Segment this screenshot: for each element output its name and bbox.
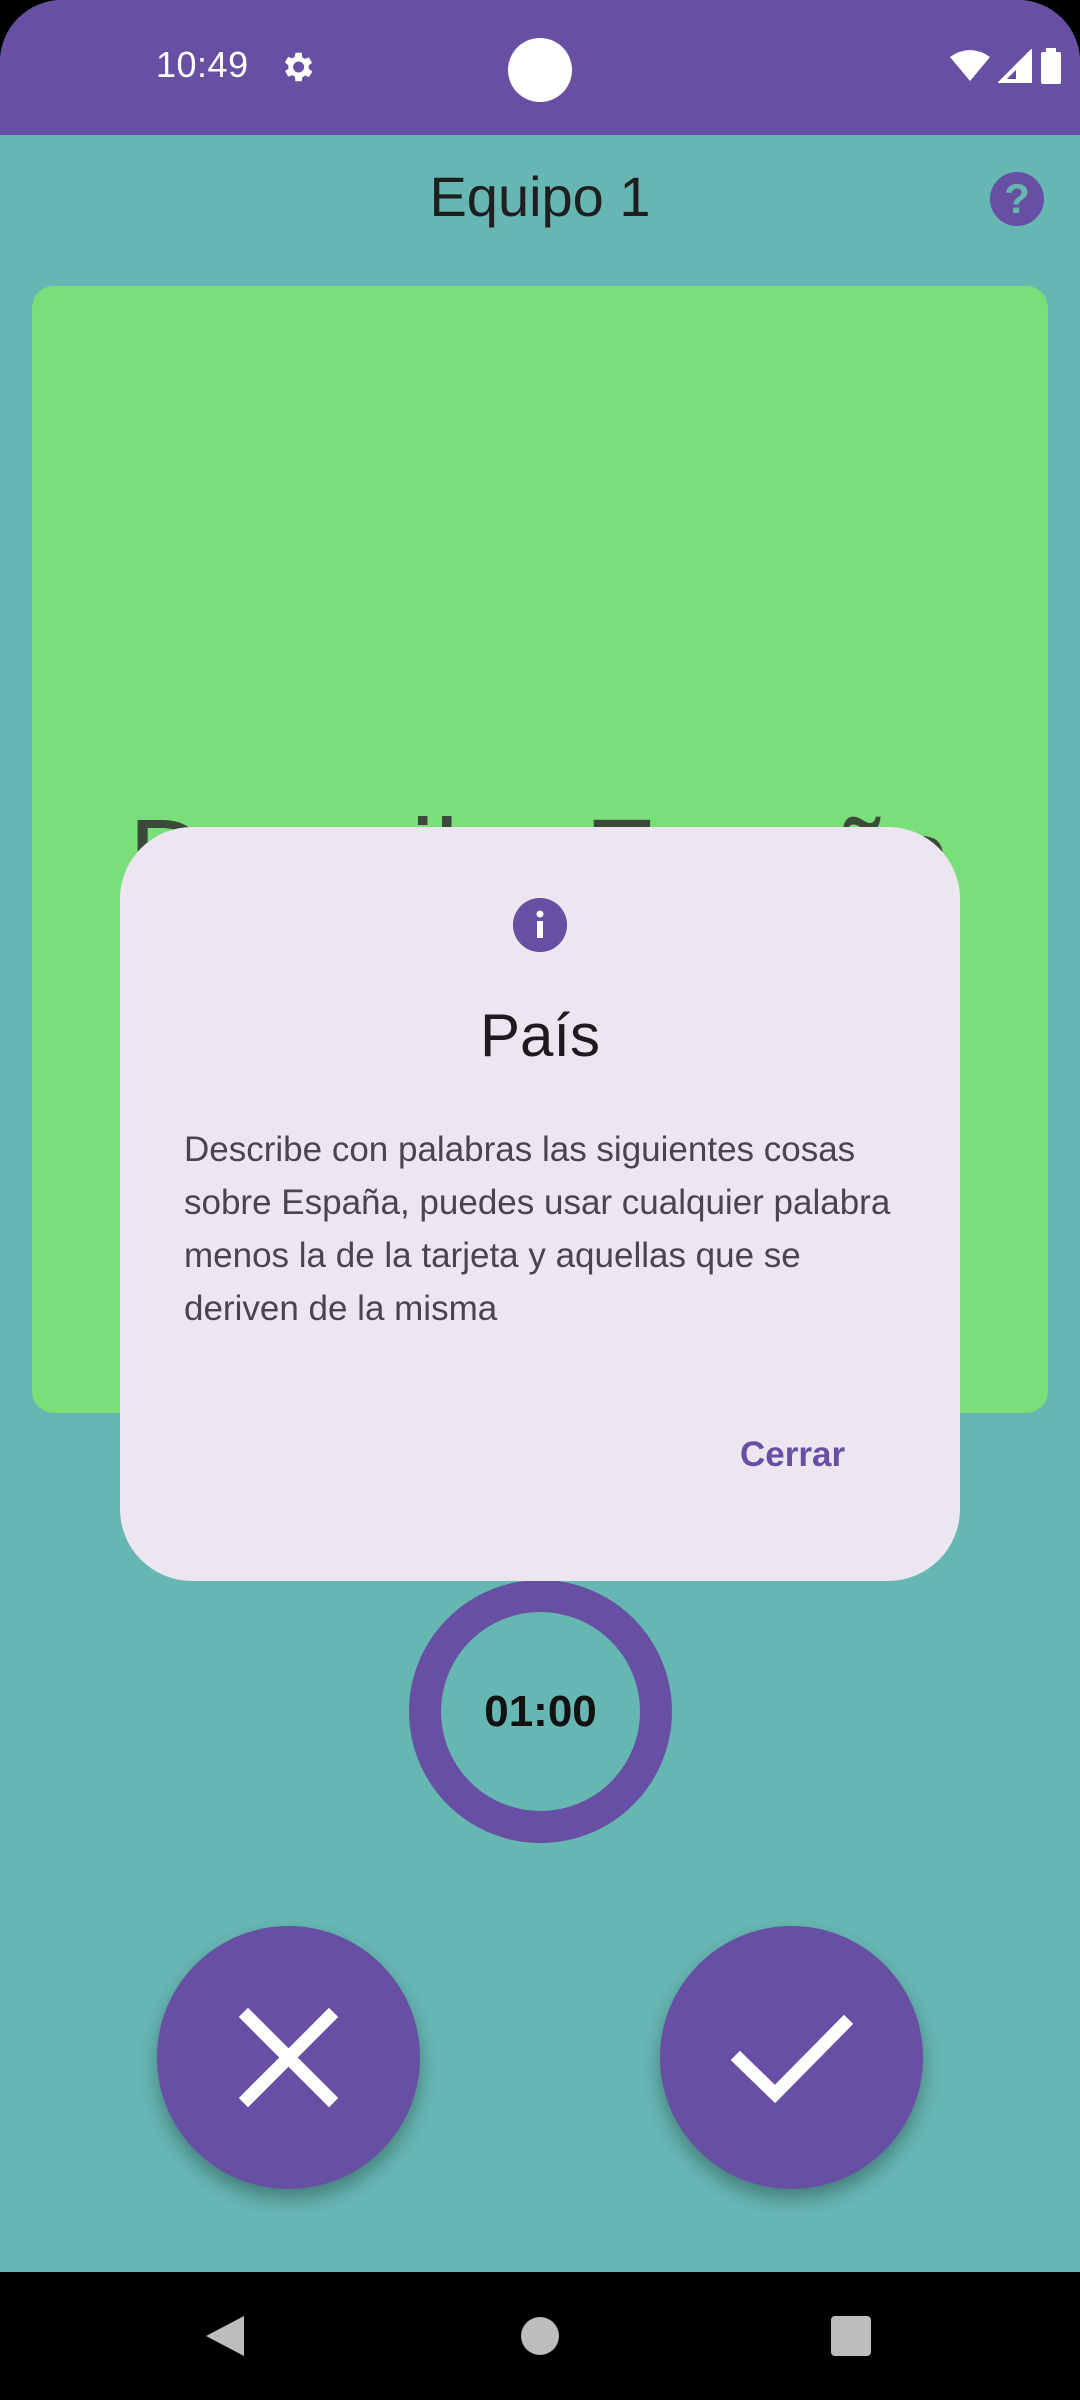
signal-icon xyxy=(998,49,1032,83)
home-icon[interactable] xyxy=(500,2272,580,2400)
status-bar: 10:49 xyxy=(0,0,1080,135)
gear-icon xyxy=(284,52,313,82)
status-icons xyxy=(950,48,1062,84)
wifi-icon xyxy=(950,50,990,81)
back-icon[interactable] xyxy=(200,2272,250,2400)
help-glyph: ? xyxy=(1004,175,1030,222)
close-dialog-button[interactable]: Cerrar xyxy=(740,1435,845,1475)
help-icon[interactable]: ? xyxy=(990,172,1044,226)
navigation-bar xyxy=(0,2272,1080,2400)
recents-icon[interactable] xyxy=(828,2272,874,2400)
close-icon xyxy=(238,2007,339,2108)
battery-icon xyxy=(1041,48,1061,84)
app-screen: 10:49 Equipo 1 ? Describe España 01:00 xyxy=(0,0,1080,2400)
dialog-title: País xyxy=(479,1002,601,1069)
dialog-body: Describe con palabras las siguientes cos… xyxy=(184,1130,891,1328)
accept-button[interactable] xyxy=(660,1926,923,2189)
status-time: 10:49 xyxy=(156,44,249,85)
info-icon xyxy=(513,898,567,952)
reject-button[interactable] xyxy=(157,1926,420,2189)
check-icon xyxy=(730,2014,854,2104)
timer-text: 01:00 xyxy=(484,1687,597,1736)
camera-cutout xyxy=(508,38,572,102)
page-title: Equipo 1 xyxy=(429,165,651,228)
info-dialog: País Describe con palabras las siguiente… xyxy=(120,827,960,1581)
